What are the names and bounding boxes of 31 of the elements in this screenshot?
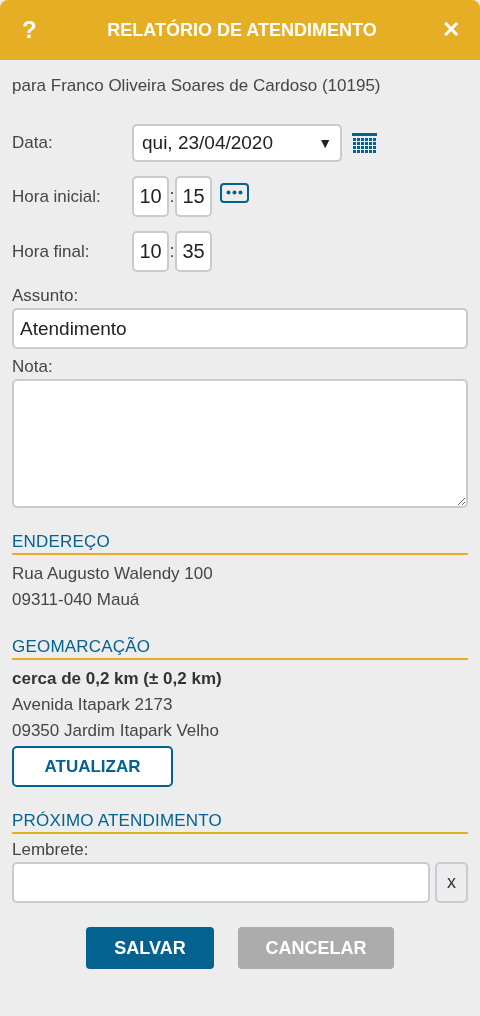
field-label: Lembrete:: [12, 840, 90, 860]
field-label: Nota:: [12, 357, 54, 377]
minute-field[interactable]: 35: [175, 231, 212, 272]
reminder-field[interactable]: [12, 862, 430, 903]
section-heading: ENDEREÇO: [12, 532, 110, 551]
dialog-title: RELATÓRIO DE ATENDIMENTO: [107, 19, 377, 41]
client-name: para Franco Oliveira Soares de Cardoso (10195): [12, 76, 382, 96]
field-label: Hora final:: [12, 241, 91, 262]
time-separator: :: [169, 241, 175, 262]
address-line: Rua Augusto Walendy 100: [12, 563, 214, 585]
minute-field[interactable]: 15: [175, 176, 212, 217]
distance-text: cerca de 0,2 km (± 0,2 km): [12, 668, 223, 690]
hour-field[interactable]: 10: [132, 231, 169, 272]
field-label: Assunto:: [12, 286, 80, 306]
more-icon[interactable]: [220, 182, 249, 203]
address-line: 09350 Jardim Itapark Velho: [12, 720, 220, 742]
note-field[interactable]: [12, 379, 468, 508]
address-line: Avenida Itapark 2173: [12, 694, 174, 716]
date-dropdown[interactable]: qui, 23/04/2020 ▼: [132, 124, 342, 162]
time-separator: :: [169, 186, 175, 207]
clear-button[interactable]: x: [435, 862, 468, 903]
calendar-icon[interactable]: [352, 133, 377, 153]
field-label: Data:: [12, 133, 54, 153]
hour-field[interactable]: 10: [132, 176, 169, 217]
section-heading: PRÓXIMO ATENDIMENTO: [12, 811, 223, 830]
field-label: Hora inicial:: [12, 186, 102, 207]
address-line: 09311-040 Mauá: [12, 589, 141, 611]
update-button[interactable]: ATUALIZAR: [12, 746, 173, 787]
subject-field[interactable]: Atendimento: [12, 308, 468, 349]
section-heading: GEOMARCAÇÃO: [12, 637, 151, 656]
save-button[interactable]: SALVAR: [86, 927, 214, 969]
